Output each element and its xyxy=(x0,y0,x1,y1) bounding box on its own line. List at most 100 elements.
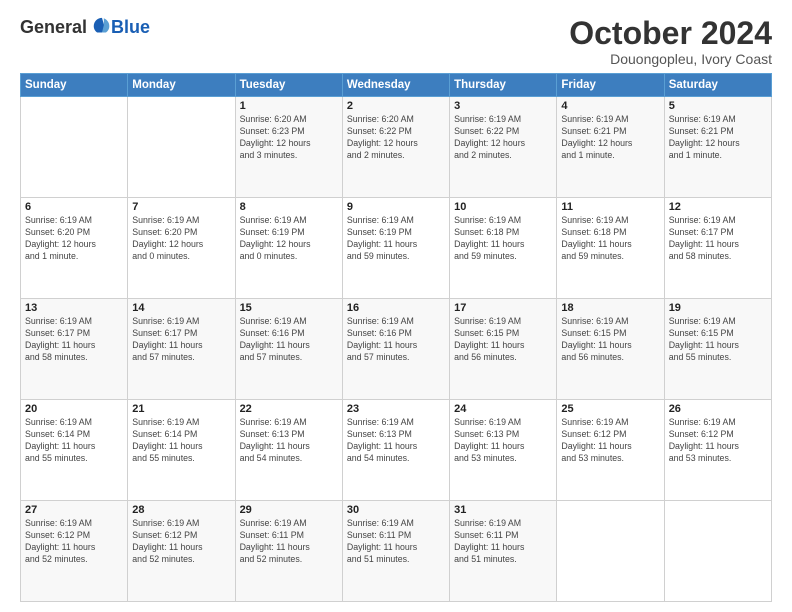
day-info: Sunrise: 6:19 AM Sunset: 6:12 PM Dayligh… xyxy=(132,518,230,566)
calendar-cell: 3 Sunrise: 6:19 AM Sunset: 6:22 PM Daylig… xyxy=(450,97,557,198)
day-number: 20 xyxy=(25,403,123,415)
day-info: Sunrise: 6:20 AM Sunset: 6:22 PM Dayligh… xyxy=(347,114,445,162)
day-info: Sunrise: 6:19 AM Sunset: 6:18 PM Dayligh… xyxy=(561,215,659,263)
day-number: 7 xyxy=(132,201,230,213)
calendar-cell xyxy=(128,97,235,198)
calendar-cell: 17 Sunrise: 6:19 AM Sunset: 6:15 PM Dayli… xyxy=(450,299,557,400)
day-number: 4 xyxy=(561,100,659,112)
weekday-header-row: SundayMondayTuesdayWednesdayThursdayFrid… xyxy=(21,74,772,97)
day-info: Sunrise: 6:19 AM Sunset: 6:12 PM Dayligh… xyxy=(25,518,123,566)
calendar-cell: 19Sunrise: 6:19 AM Sunset: 6:15 PM Dayli… xyxy=(664,299,771,400)
calendar-week-3: 13Sunrise: 6:19 AM Sunset: 6:17 PM Dayli… xyxy=(21,299,772,400)
day-number: 3 xyxy=(454,100,552,112)
day-number: 26 xyxy=(669,403,767,415)
day-number: 9 xyxy=(347,201,445,213)
day-info: Sunrise: 6:19 AM Sunset: 6:17 PM Dayligh… xyxy=(25,316,123,364)
calendar-cell: 29 Sunrise: 6:19 AM Sunset: 6:11 PM Dayli… xyxy=(235,501,342,602)
calendar-cell: 2Sunrise: 6:20 AM Sunset: 6:22 PM Daylig… xyxy=(342,97,449,198)
weekday-header-friday: Friday xyxy=(557,74,664,97)
weekday-header-sunday: Sunday xyxy=(21,74,128,97)
calendar-cell: 18Sunrise: 6:19 AM Sunset: 6:15 PM Dayli… xyxy=(557,299,664,400)
header: General Blue October 2024 Douongopleu, I… xyxy=(20,16,772,67)
day-number: 28 xyxy=(132,504,230,516)
day-number: 29 xyxy=(240,504,338,516)
day-number: 24 xyxy=(454,403,552,415)
calendar-cell: 30 Sunrise: 6:19 AM Sunset: 6:11 PM Dayli… xyxy=(342,501,449,602)
day-number: 8 xyxy=(240,201,338,213)
day-info: Sunrise: 6:19 AM Sunset: 6:20 PM Dayligh… xyxy=(25,215,123,263)
day-info: Sunrise: 6:20 AM Sunset: 6:23 PM Dayligh… xyxy=(240,114,338,162)
day-number: 31 xyxy=(454,504,552,516)
day-info: Sunrise: 6:19 AM Sunset: 6:16 PM Dayligh… xyxy=(347,316,445,364)
day-info: Sunrise: 6:19 AM Sunset: 6:18 PM Dayligh… xyxy=(454,215,552,263)
calendar-cell: 5Sunrise: 6:19 AM Sunset: 6:21 PM Daylig… xyxy=(664,97,771,198)
calendar-cell xyxy=(21,97,128,198)
day-number: 27 xyxy=(25,504,123,516)
calendar-cell: 16 Sunrise: 6:19 AM Sunset: 6:16 PM Dayli… xyxy=(342,299,449,400)
day-number: 17 xyxy=(454,302,552,314)
day-number: 23 xyxy=(347,403,445,415)
calendar-cell: 20 Sunrise: 6:19 AM Sunset: 6:14 PM Dayli… xyxy=(21,400,128,501)
title-area: October 2024 Douongopleu, Ivory Coast xyxy=(569,16,772,67)
calendar-cell: 1 Sunrise: 6:20 AM Sunset: 6:23 PM Daylig… xyxy=(235,97,342,198)
logo-icon xyxy=(91,16,113,38)
calendar-cell xyxy=(557,501,664,602)
day-info: Sunrise: 6:19 AM Sunset: 6:15 PM Dayligh… xyxy=(454,316,552,364)
calendar-cell: 13Sunrise: 6:19 AM Sunset: 6:17 PM Dayli… xyxy=(21,299,128,400)
calendar-cell: 31 Sunrise: 6:19 AM Sunset: 6:11 PM Dayli… xyxy=(450,501,557,602)
day-number: 22 xyxy=(240,403,338,415)
month-title: October 2024 xyxy=(569,16,772,51)
day-number: 30 xyxy=(347,504,445,516)
day-info: Sunrise: 6:19 AM Sunset: 6:13 PM Dayligh… xyxy=(454,417,552,465)
day-info: Sunrise: 6:19 AM Sunset: 6:13 PM Dayligh… xyxy=(240,417,338,465)
day-info: Sunrise: 6:19 AM Sunset: 6:19 PM Dayligh… xyxy=(347,215,445,263)
calendar-week-1: 1 Sunrise: 6:20 AM Sunset: 6:23 PM Daylig… xyxy=(21,97,772,198)
day-info: Sunrise: 6:19 AM Sunset: 6:12 PM Dayligh… xyxy=(561,417,659,465)
calendar-cell: 25Sunrise: 6:19 AM Sunset: 6:12 PM Dayli… xyxy=(557,400,664,501)
day-info: Sunrise: 6:19 AM Sunset: 6:11 PM Dayligh… xyxy=(454,518,552,566)
calendar-cell: 10 Sunrise: 6:19 AM Sunset: 6:18 PM Dayli… xyxy=(450,198,557,299)
day-number: 1 xyxy=(240,100,338,112)
day-number: 21 xyxy=(132,403,230,415)
day-info: Sunrise: 6:19 AM Sunset: 6:13 PM Dayligh… xyxy=(347,417,445,465)
day-info: Sunrise: 6:19 AM Sunset: 6:22 PM Dayligh… xyxy=(454,114,552,162)
calendar-cell: 24 Sunrise: 6:19 AM Sunset: 6:13 PM Dayli… xyxy=(450,400,557,501)
day-info: Sunrise: 6:19 AM Sunset: 6:19 PM Dayligh… xyxy=(240,215,338,263)
calendar-cell: 14 Sunrise: 6:19 AM Sunset: 6:17 PM Dayli… xyxy=(128,299,235,400)
day-info: Sunrise: 6:19 AM Sunset: 6:11 PM Dayligh… xyxy=(347,518,445,566)
day-info: Sunrise: 6:19 AM Sunset: 6:17 PM Dayligh… xyxy=(132,316,230,364)
day-number: 18 xyxy=(561,302,659,314)
calendar-cell: 26 Sunrise: 6:19 AM Sunset: 6:12 PM Dayli… xyxy=(664,400,771,501)
calendar-week-5: 27 Sunrise: 6:19 AM Sunset: 6:12 PM Dayli… xyxy=(21,501,772,602)
day-info: Sunrise: 6:19 AM Sunset: 6:21 PM Dayligh… xyxy=(561,114,659,162)
day-number: 16 xyxy=(347,302,445,314)
calendar-cell xyxy=(664,501,771,602)
calendar-cell: 11 Sunrise: 6:19 AM Sunset: 6:18 PM Dayli… xyxy=(557,198,664,299)
day-info: Sunrise: 6:19 AM Sunset: 6:11 PM Dayligh… xyxy=(240,518,338,566)
day-info: Sunrise: 6:19 AM Sunset: 6:14 PM Dayligh… xyxy=(132,417,230,465)
calendar-cell: 23 Sunrise: 6:19 AM Sunset: 6:13 PM Dayli… xyxy=(342,400,449,501)
day-number: 11 xyxy=(561,201,659,213)
day-number: 12 xyxy=(669,201,767,213)
day-info: Sunrise: 6:19 AM Sunset: 6:21 PM Dayligh… xyxy=(669,114,767,162)
calendar-cell: 8 Sunrise: 6:19 AM Sunset: 6:19 PM Daylig… xyxy=(235,198,342,299)
day-info: Sunrise: 6:19 AM Sunset: 6:12 PM Dayligh… xyxy=(669,417,767,465)
day-number: 19 xyxy=(669,302,767,314)
calendar-cell: 21 Sunrise: 6:19 AM Sunset: 6:14 PM Dayli… xyxy=(128,400,235,501)
calendar-cell: 6Sunrise: 6:19 AM Sunset: 6:20 PM Daylig… xyxy=(21,198,128,299)
calendar-cell: 28 Sunrise: 6:19 AM Sunset: 6:12 PM Dayli… xyxy=(128,501,235,602)
weekday-header-tuesday: Tuesday xyxy=(235,74,342,97)
logo-blue: Blue xyxy=(111,17,150,38)
calendar-table: SundayMondayTuesdayWednesdayThursdayFrid… xyxy=(20,73,772,602)
day-info: Sunrise: 6:19 AM Sunset: 6:20 PM Dayligh… xyxy=(132,215,230,263)
calendar-cell: 4 Sunrise: 6:19 AM Sunset: 6:21 PM Daylig… xyxy=(557,97,664,198)
calendar-cell: 12 Sunrise: 6:19 AM Sunset: 6:17 PM Dayli… xyxy=(664,198,771,299)
weekday-header-thursday: Thursday xyxy=(450,74,557,97)
day-number: 10 xyxy=(454,201,552,213)
calendar-cell: 15Sunrise: 6:19 AM Sunset: 6:16 PM Dayli… xyxy=(235,299,342,400)
day-info: Sunrise: 6:19 AM Sunset: 6:17 PM Dayligh… xyxy=(669,215,767,263)
day-info: Sunrise: 6:19 AM Sunset: 6:14 PM Dayligh… xyxy=(25,417,123,465)
weekday-header-saturday: Saturday xyxy=(664,74,771,97)
day-number: 14 xyxy=(132,302,230,314)
location: Douongopleu, Ivory Coast xyxy=(569,51,772,67)
